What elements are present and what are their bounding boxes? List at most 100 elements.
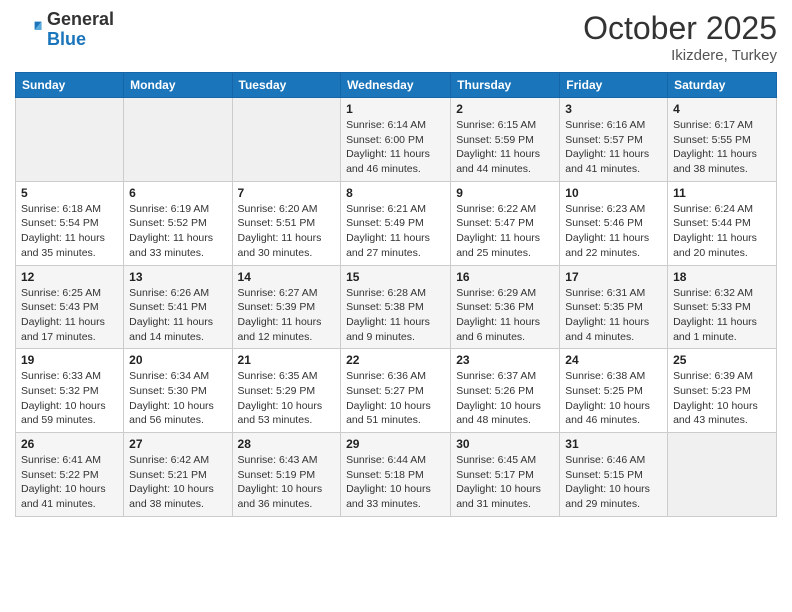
col-friday: Friday — [560, 73, 668, 98]
day-number: 6 — [129, 186, 226, 200]
table-row: 7Sunrise: 6:20 AMSunset: 5:51 PMDaylight… — [232, 181, 341, 265]
day-info: Sunrise: 6:45 AMSunset: 5:17 PMDaylight:… — [456, 453, 554, 512]
day-number: 18 — [673, 270, 771, 284]
day-info: Sunrise: 6:18 AMSunset: 5:54 PMDaylight:… — [21, 202, 118, 261]
day-info: Sunrise: 6:26 AMSunset: 5:41 PMDaylight:… — [129, 286, 226, 345]
table-row: 27Sunrise: 6:42 AMSunset: 5:21 PMDayligh… — [124, 433, 232, 517]
day-number: 3 — [565, 102, 662, 116]
title-block: October 2025 Ikizdere, Turkey — [583, 10, 777, 64]
day-info: Sunrise: 6:43 AMSunset: 5:19 PMDaylight:… — [238, 453, 336, 512]
col-thursday: Thursday — [451, 73, 560, 98]
logo: General Blue — [15, 10, 114, 50]
day-number: 26 — [21, 437, 118, 451]
table-row: 16 Sunrise: 6:29 AMSunset: 5:36 PMDayligh… — [451, 265, 560, 349]
table-row: 11 Sunrise: 6:24 AMSunset: 5:44 PMDayligh… — [668, 181, 777, 265]
day-info: Sunrise: 6:33 AMSunset: 5:32 PMDaylight:… — [21, 369, 118, 428]
day-info: Sunrise: 6:39 AMSunset: 5:23 PMDaylight:… — [673, 369, 771, 428]
table-row: 17 Sunrise: 6:31 AMSunset: 5:35 PMDayligh… — [560, 265, 668, 349]
day-info: Sunrise: 6:17 AMSunset: 5:55 PMDaylight:… — [673, 118, 771, 177]
calendar-week-row: 5Sunrise: 6:18 AMSunset: 5:54 PMDaylight… — [16, 181, 777, 265]
day-info: Sunrise: 6:31 AMSunset: 5:35 PMDaylight:… — [565, 286, 662, 345]
logo-general: General — [47, 9, 114, 29]
table-row: 25 Sunrise: 6:39 AMSunset: 5:23 PMDayligh… — [668, 349, 777, 433]
table-row: 14Sunrise: 6:27 AMSunset: 5:39 PMDayligh… — [232, 265, 341, 349]
calendar-table: Sunday Monday Tuesday Wednesday Thursday… — [15, 72, 777, 517]
calendar-week-row: 26 Sunrise: 6:41 AMSunset: 5:22 PMDayligh… — [16, 433, 777, 517]
table-row: 13Sunrise: 6:26 AMSunset: 5:41 PMDayligh… — [124, 265, 232, 349]
logo-blue: Blue — [47, 29, 86, 49]
calendar-week-row: 19Sunrise: 6:33 AMSunset: 5:32 PMDayligh… — [16, 349, 777, 433]
table-row — [668, 433, 777, 517]
day-info: Sunrise: 6:14 AMSunset: 6:00 PMDaylight:… — [346, 118, 445, 177]
day-info: Sunrise: 6:19 AMSunset: 5:52 PMDaylight:… — [129, 202, 226, 261]
day-number: 14 — [238, 270, 336, 284]
day-info: Sunrise: 6:36 AMSunset: 5:27 PMDaylight:… — [346, 369, 445, 428]
col-wednesday: Wednesday — [341, 73, 451, 98]
header: General Blue October 2025 Ikizdere, Turk… — [15, 10, 777, 64]
logo-text: General Blue — [47, 10, 114, 50]
day-info: Sunrise: 6:21 AMSunset: 5:49 PMDaylight:… — [346, 202, 445, 261]
table-row: 2Sunrise: 6:15 AMSunset: 5:59 PMDaylight… — [451, 98, 560, 182]
col-saturday: Saturday — [668, 73, 777, 98]
day-info: Sunrise: 6:22 AMSunset: 5:47 PMDaylight:… — [456, 202, 554, 261]
day-number: 12 — [21, 270, 118, 284]
table-row: 19Sunrise: 6:33 AMSunset: 5:32 PMDayligh… — [16, 349, 124, 433]
table-row — [16, 98, 124, 182]
table-row: 6 Sunrise: 6:19 AMSunset: 5:52 PMDaylight… — [124, 181, 232, 265]
table-row: 30 Sunrise: 6:45 AMSunset: 5:17 PMDayligh… — [451, 433, 560, 517]
logo-icon — [15, 16, 43, 44]
day-number: 25 — [673, 353, 771, 367]
day-info: Sunrise: 6:29 AMSunset: 5:36 PMDaylight:… — [456, 286, 554, 345]
day-number: 11 — [673, 186, 771, 200]
day-number: 21 — [238, 353, 336, 367]
day-number: 22 — [346, 353, 445, 367]
day-number: 2 — [456, 102, 554, 116]
table-row: 23Sunrise: 6:37 AMSunset: 5:26 PMDayligh… — [451, 349, 560, 433]
day-number: 27 — [129, 437, 226, 451]
calendar-header-row: Sunday Monday Tuesday Wednesday Thursday… — [16, 73, 777, 98]
table-row: 10 Sunrise: 6:23 AMSunset: 5:46 PMDayligh… — [560, 181, 668, 265]
day-number: 9 — [456, 186, 554, 200]
day-info: Sunrise: 6:44 AMSunset: 5:18 PMDaylight:… — [346, 453, 445, 512]
col-tuesday: Tuesday — [232, 73, 341, 98]
location-subtitle: Ikizdere, Turkey — [583, 47, 777, 64]
day-info: Sunrise: 6:38 AMSunset: 5:25 PMDaylight:… — [565, 369, 662, 428]
day-number: 8 — [346, 186, 445, 200]
day-info: Sunrise: 6:24 AMSunset: 5:44 PMDaylight:… — [673, 202, 771, 261]
day-number: 16 — [456, 270, 554, 284]
table-row: 12 Sunrise: 6:25 AMSunset: 5:43 PMDayligh… — [16, 265, 124, 349]
table-row: 21 Sunrise: 6:35 AMSunset: 5:29 PMDayligh… — [232, 349, 341, 433]
calendar-week-row: 1 Sunrise: 6:14 AMSunset: 6:00 PMDaylight… — [16, 98, 777, 182]
day-info: Sunrise: 6:16 AMSunset: 5:57 PMDaylight:… — [565, 118, 662, 177]
day-number: 1 — [346, 102, 445, 116]
day-number: 7 — [238, 186, 336, 200]
day-info: Sunrise: 6:23 AMSunset: 5:46 PMDaylight:… — [565, 202, 662, 261]
day-number: 4 — [673, 102, 771, 116]
day-number: 24 — [565, 353, 662, 367]
day-number: 17 — [565, 270, 662, 284]
day-info: Sunrise: 6:41 AMSunset: 5:22 PMDaylight:… — [21, 453, 118, 512]
day-info: Sunrise: 6:35 AMSunset: 5:29 PMDaylight:… — [238, 369, 336, 428]
day-number: 20 — [129, 353, 226, 367]
day-info: Sunrise: 6:25 AMSunset: 5:43 PMDaylight:… — [21, 286, 118, 345]
day-number: 31 — [565, 437, 662, 451]
day-info: Sunrise: 6:46 AMSunset: 5:15 PMDaylight:… — [565, 453, 662, 512]
day-number: 30 — [456, 437, 554, 451]
day-number: 15 — [346, 270, 445, 284]
table-row — [232, 98, 341, 182]
calendar-week-row: 12 Sunrise: 6:25 AMSunset: 5:43 PMDayligh… — [16, 265, 777, 349]
table-row: 31 Sunrise: 6:46 AMSunset: 5:15 PMDayligh… — [560, 433, 668, 517]
table-row: 29 Sunrise: 6:44 AMSunset: 5:18 PMDayligh… — [341, 433, 451, 517]
table-row: 26 Sunrise: 6:41 AMSunset: 5:22 PMDayligh… — [16, 433, 124, 517]
table-row: 3 Sunrise: 6:16 AMSunset: 5:57 PMDaylight… — [560, 98, 668, 182]
col-sunday: Sunday — [16, 73, 124, 98]
day-number: 10 — [565, 186, 662, 200]
day-number: 29 — [346, 437, 445, 451]
table-row: 24 Sunrise: 6:38 AMSunset: 5:25 PMDayligh… — [560, 349, 668, 433]
table-row: 20Sunrise: 6:34 AMSunset: 5:30 PMDayligh… — [124, 349, 232, 433]
table-row: 9 Sunrise: 6:22 AMSunset: 5:47 PMDaylight… — [451, 181, 560, 265]
table-row: 1 Sunrise: 6:14 AMSunset: 6:00 PMDaylight… — [341, 98, 451, 182]
day-number: 28 — [238, 437, 336, 451]
table-row: 28 Sunrise: 6:43 AMSunset: 5:19 PMDayligh… — [232, 433, 341, 517]
day-info: Sunrise: 6:37 AMSunset: 5:26 PMDaylight:… — [456, 369, 554, 428]
